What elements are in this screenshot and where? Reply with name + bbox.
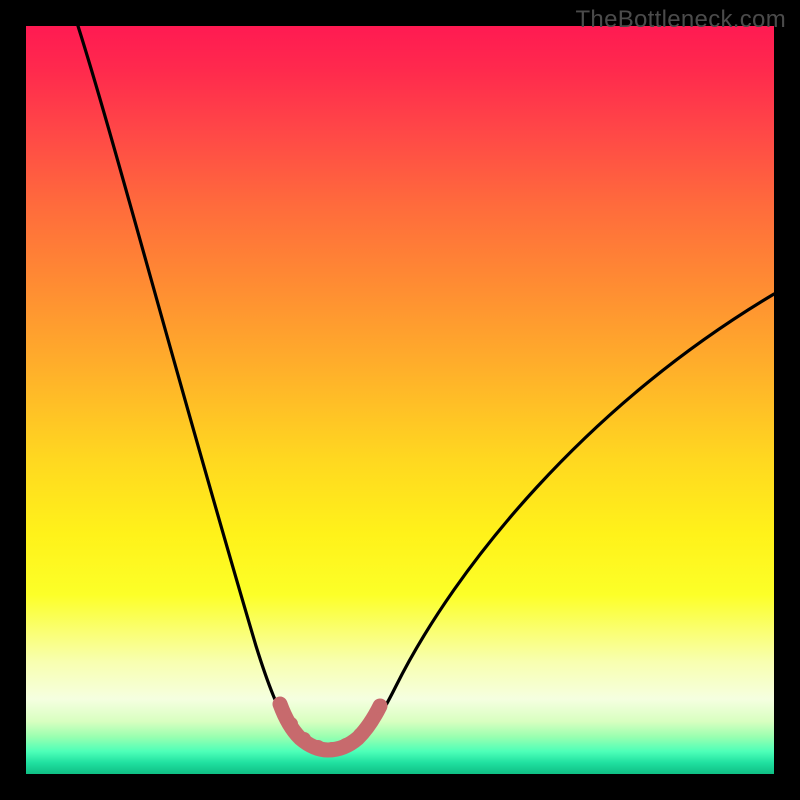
bottleneck-curve — [78, 26, 774, 749]
watermark-text: TheBottleneck.com — [575, 6, 786, 34]
curve-overlay — [26, 26, 774, 774]
trough-dots — [273, 697, 387, 756]
